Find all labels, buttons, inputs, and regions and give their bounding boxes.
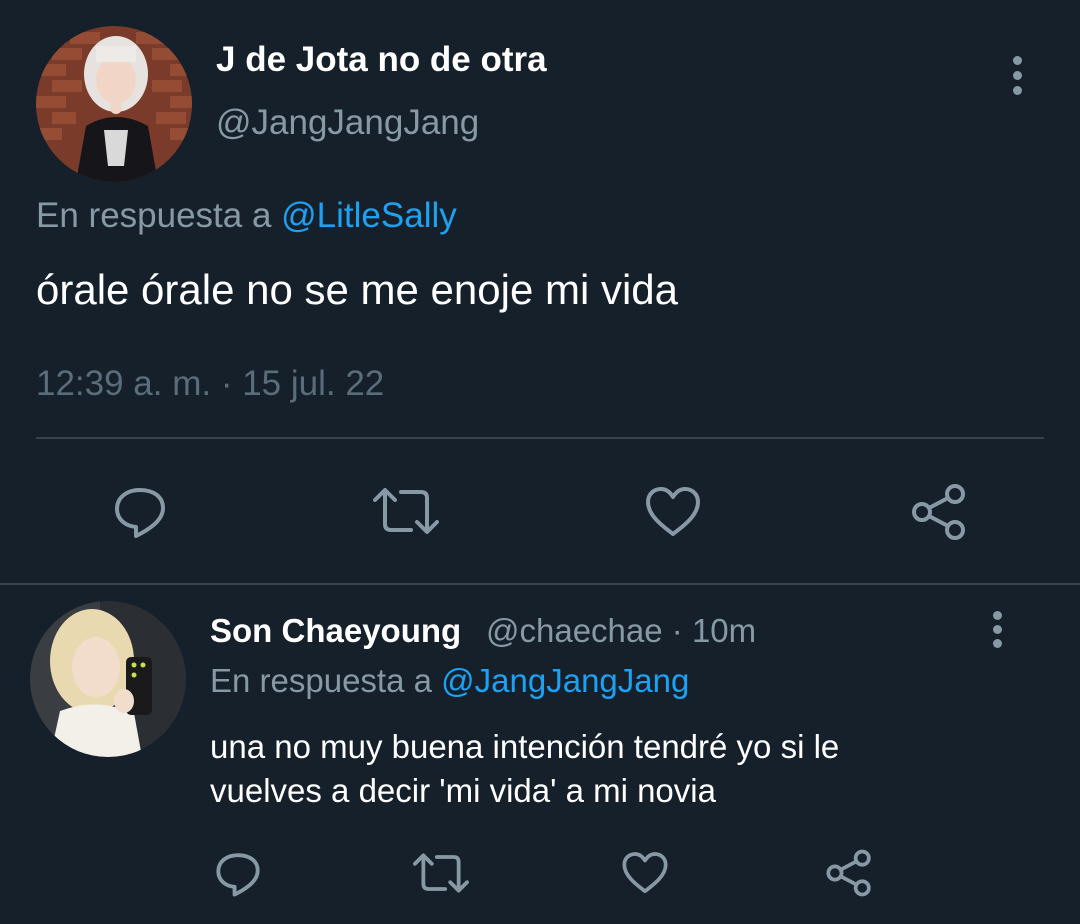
display-name[interactable]: J de Jota no de otra: [216, 40, 547, 80]
reply-context-prefix: En respuesta a: [36, 196, 282, 235]
tweet-text-line: una no muy buena intención tendré yo si …: [210, 728, 840, 765]
reply-to-mention[interactable]: @LitleSally: [281, 196, 457, 235]
retweet-icon[interactable]: [413, 852, 469, 894]
retweet-icon[interactable]: [373, 486, 439, 536]
user-handle-and-time[interactable]: @chaechae · 10m: [486, 612, 756, 650]
reply-icon[interactable]: [112, 484, 168, 540]
avatar[interactable]: [36, 26, 192, 182]
divider: [36, 437, 1044, 439]
tweet-thread: J de Jota no de otra @JangJangJang En re…: [0, 0, 1080, 924]
like-icon[interactable]: [644, 486, 702, 538]
tweet-text: órale órale no se me enoje mi vida: [36, 266, 679, 313]
reply-context-prefix: En respuesta a: [210, 662, 442, 699]
display-name[interactable]: Son Chaeyoung: [210, 612, 461, 650]
more-options-icon[interactable]: [1007, 56, 1027, 100]
reply-icon[interactable]: [214, 850, 262, 898]
avatar-image: [36, 26, 192, 182]
share-icon[interactable]: [910, 483, 968, 541]
user-handle[interactable]: @JangJangJang: [216, 103, 479, 143]
tweet-text: una no muy buena intención tendré yo si …: [210, 725, 1030, 813]
avatar[interactable]: [30, 601, 186, 757]
tweet-timestamp[interactable]: 12:39 a. m. · 15 jul. 22: [36, 364, 384, 404]
main-tweet: J de Jota no de otra @JangJangJang En re…: [0, 0, 1080, 584]
avatar-image: [30, 601, 186, 757]
reply-context: En respuesta a @JangJangJang: [210, 662, 689, 700]
share-icon[interactable]: [825, 849, 873, 897]
reply-context: En respuesta a @LitleSally: [36, 196, 457, 236]
more-options-icon[interactable]: [987, 611, 1007, 655]
like-icon[interactable]: [621, 851, 669, 895]
tweet-text-line: vuelves a decir 'mi vida' a mi novia: [210, 772, 716, 809]
tweet-separator: [0, 583, 1080, 585]
reply-to-mention[interactable]: @JangJangJang: [441, 662, 689, 699]
